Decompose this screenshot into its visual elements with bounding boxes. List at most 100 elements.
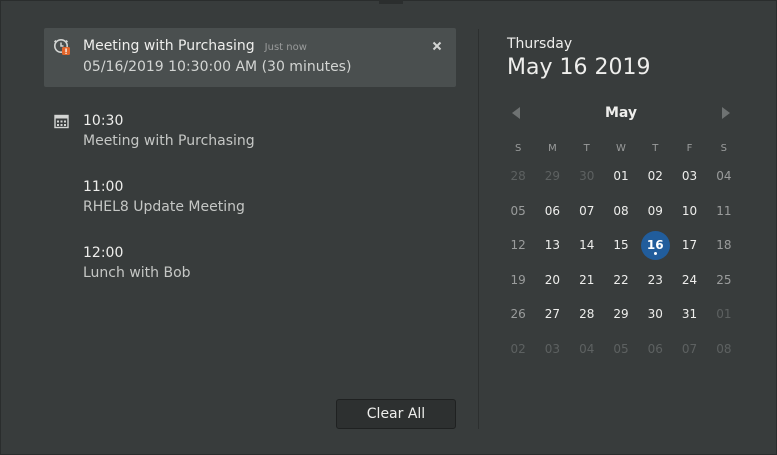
calendar-day[interactable]: 27 [535, 297, 569, 332]
calendar-day[interactable]: 25 [707, 263, 741, 298]
weekday-header: W [616, 143, 626, 154]
event-time: 12:00 [83, 245, 124, 261]
calendar-day[interactable]: 06 [638, 332, 672, 367]
calendar-day-number: 06 [544, 203, 561, 218]
calendar-day-number: 02 [510, 341, 526, 356]
calendar-day-number: 07 [579, 203, 595, 218]
calendar-week-row: 26 27 28 29 30 31 01 [501, 297, 741, 332]
calendar-day-number: 16 [646, 238, 664, 253]
calendar-day-number: 23 [647, 272, 663, 287]
calendar-day-number: 17 [681, 238, 698, 253]
panel-divider [478, 29, 479, 429]
calendar-day[interactable]: 05 [604, 332, 638, 367]
calendar-day[interactable]: 04 [570, 332, 604, 367]
weekday-header-row: S M T W T F S [501, 139, 741, 159]
message-tray-panel: Meeting with Purchasing Just now 05/16/20… [0, 0, 777, 455]
month-navigation: May [501, 101, 741, 127]
calendar-day-number: 28 [510, 169, 526, 184]
calendar-day[interactable]: 13 [535, 228, 569, 263]
calendar-day-number: 06 [647, 341, 663, 356]
calendar-day-number: 08 [716, 341, 732, 356]
calendar-day[interactable]: 23 [638, 263, 672, 298]
event-item[interactable]: 11:00 RHEL8 Update Meeting [83, 179, 245, 215]
calendar-day[interactable]: 19 [501, 263, 535, 298]
calendar-day[interactable]: 08 [707, 332, 741, 367]
calendar-day-number: 24 [681, 272, 698, 287]
calendar-day[interactable]: 28 [501, 159, 535, 194]
calendar-day[interactable]: 02 [638, 159, 672, 194]
calendar-day[interactable]: 17 [672, 228, 706, 263]
calendar-day-number: 03 [681, 169, 698, 184]
calendar-day[interactable]: 05 [501, 194, 535, 229]
calendar-day[interactable]: 29 [535, 159, 569, 194]
calendar-day-number: 28 [579, 307, 595, 322]
notification-card[interactable]: Meeting with Purchasing Just now 05/16/20… [44, 28, 456, 87]
calendar-day[interactable]: 15 [604, 228, 638, 263]
calendar-day-number: 19 [510, 272, 526, 287]
calendar-day-number: 29 [544, 169, 561, 184]
calendar-day[interactable]: 06 [535, 194, 569, 229]
calendar-week-row: 19 20 21 22 23 24 25 [501, 263, 741, 298]
calendar-day[interactable]: 03 [535, 332, 569, 367]
calendar-day[interactable]: 01 [707, 297, 741, 332]
calendar-day[interactable]: 11 [707, 194, 741, 229]
calendar-week-row: 12 13 14 15 16 17 18 [501, 228, 741, 263]
event-title: Lunch with Bob [83, 265, 191, 281]
weekday-header: S [514, 143, 522, 154]
calendar-day-number: 14 [579, 238, 595, 253]
calendar-day-number: 04 [579, 341, 595, 356]
calendar-day[interactable]: 12 [501, 228, 535, 263]
calendar-day-number: 22 [613, 272, 629, 287]
calendar-day[interactable]: 03 [672, 159, 706, 194]
calendar-day[interactable]: 04 [707, 159, 741, 194]
calendar-day-today[interactable]: 16 [638, 228, 672, 263]
event-time: 10:30 [83, 113, 124, 129]
event-time: 11:00 [83, 179, 124, 195]
calendar-day[interactable]: 30 [570, 159, 604, 194]
calendar-day[interactable]: 28 [570, 297, 604, 332]
next-month-icon[interactable] [722, 107, 730, 119]
calendar-day[interactable]: 07 [570, 194, 604, 229]
calendar-day-number: 25 [716, 272, 732, 287]
current-date[interactable]: May 16 2019 [507, 55, 650, 80]
calendar-day[interactable]: 31 [672, 297, 706, 332]
calendar-day[interactable]: 21 [570, 263, 604, 298]
calendar-day[interactable]: 08 [604, 194, 638, 229]
calendar-icon [54, 114, 69, 129]
weekday-header: S [720, 143, 727, 154]
weekday-header: T [652, 143, 659, 154]
calendar-day[interactable]: 26 [501, 297, 535, 332]
calendar-day[interactable]: 29 [604, 297, 638, 332]
event-title: Meeting with Purchasing [83, 133, 255, 149]
calendar-day[interactable]: 20 [535, 263, 569, 298]
calendar-day[interactable]: 01 [604, 159, 638, 194]
panel-arrow [379, 0, 403, 4]
calendar-day[interactable]: 10 [672, 194, 706, 229]
calendar-day-number: 10 [681, 203, 698, 218]
calendar-day-number: 03 [544, 341, 561, 356]
calendar-day-number: 30 [579, 169, 595, 184]
calendar-day[interactable]: 22 [604, 263, 638, 298]
event-item[interactable]: 10:30 Meeting with Purchasing [83, 113, 255, 149]
event-item[interactable]: 12:00 Lunch with Bob [83, 245, 191, 281]
calendar-weeks: 28 29 30 01 02 03 04 05 06 07 08 09 10 11 12 13 14 15 16 17… [501, 159, 741, 366]
calendar-day-number: 13 [544, 238, 561, 253]
close-icon[interactable] [430, 39, 444, 53]
current-weekday[interactable]: Thursday [507, 36, 572, 52]
calendar-day-number: 01 [716, 307, 732, 322]
calendar-day-number: 18 [716, 238, 732, 253]
calendar-day[interactable]: 30 [638, 297, 672, 332]
calendar-day[interactable]: 18 [707, 228, 741, 263]
calendar-day[interactable]: 02 [501, 332, 535, 367]
notification-title-text: Meeting with Purchasing [83, 38, 255, 54]
calendar-day[interactable]: 24 [672, 263, 706, 298]
calendar-week-row: 02 03 04 05 06 07 08 [501, 332, 741, 367]
clear-all-button[interactable]: Clear All [336, 399, 456, 429]
alarm-clock-warning-icon [53, 39, 70, 55]
weekday-header: M [548, 143, 557, 154]
calendar-day[interactable]: 09 [638, 194, 672, 229]
calendar-day-number: 08 [613, 203, 629, 218]
calendar-day[interactable]: 14 [570, 228, 604, 263]
calendar-day[interactable]: 07 [672, 332, 706, 367]
weekday-header: T [583, 143, 590, 154]
